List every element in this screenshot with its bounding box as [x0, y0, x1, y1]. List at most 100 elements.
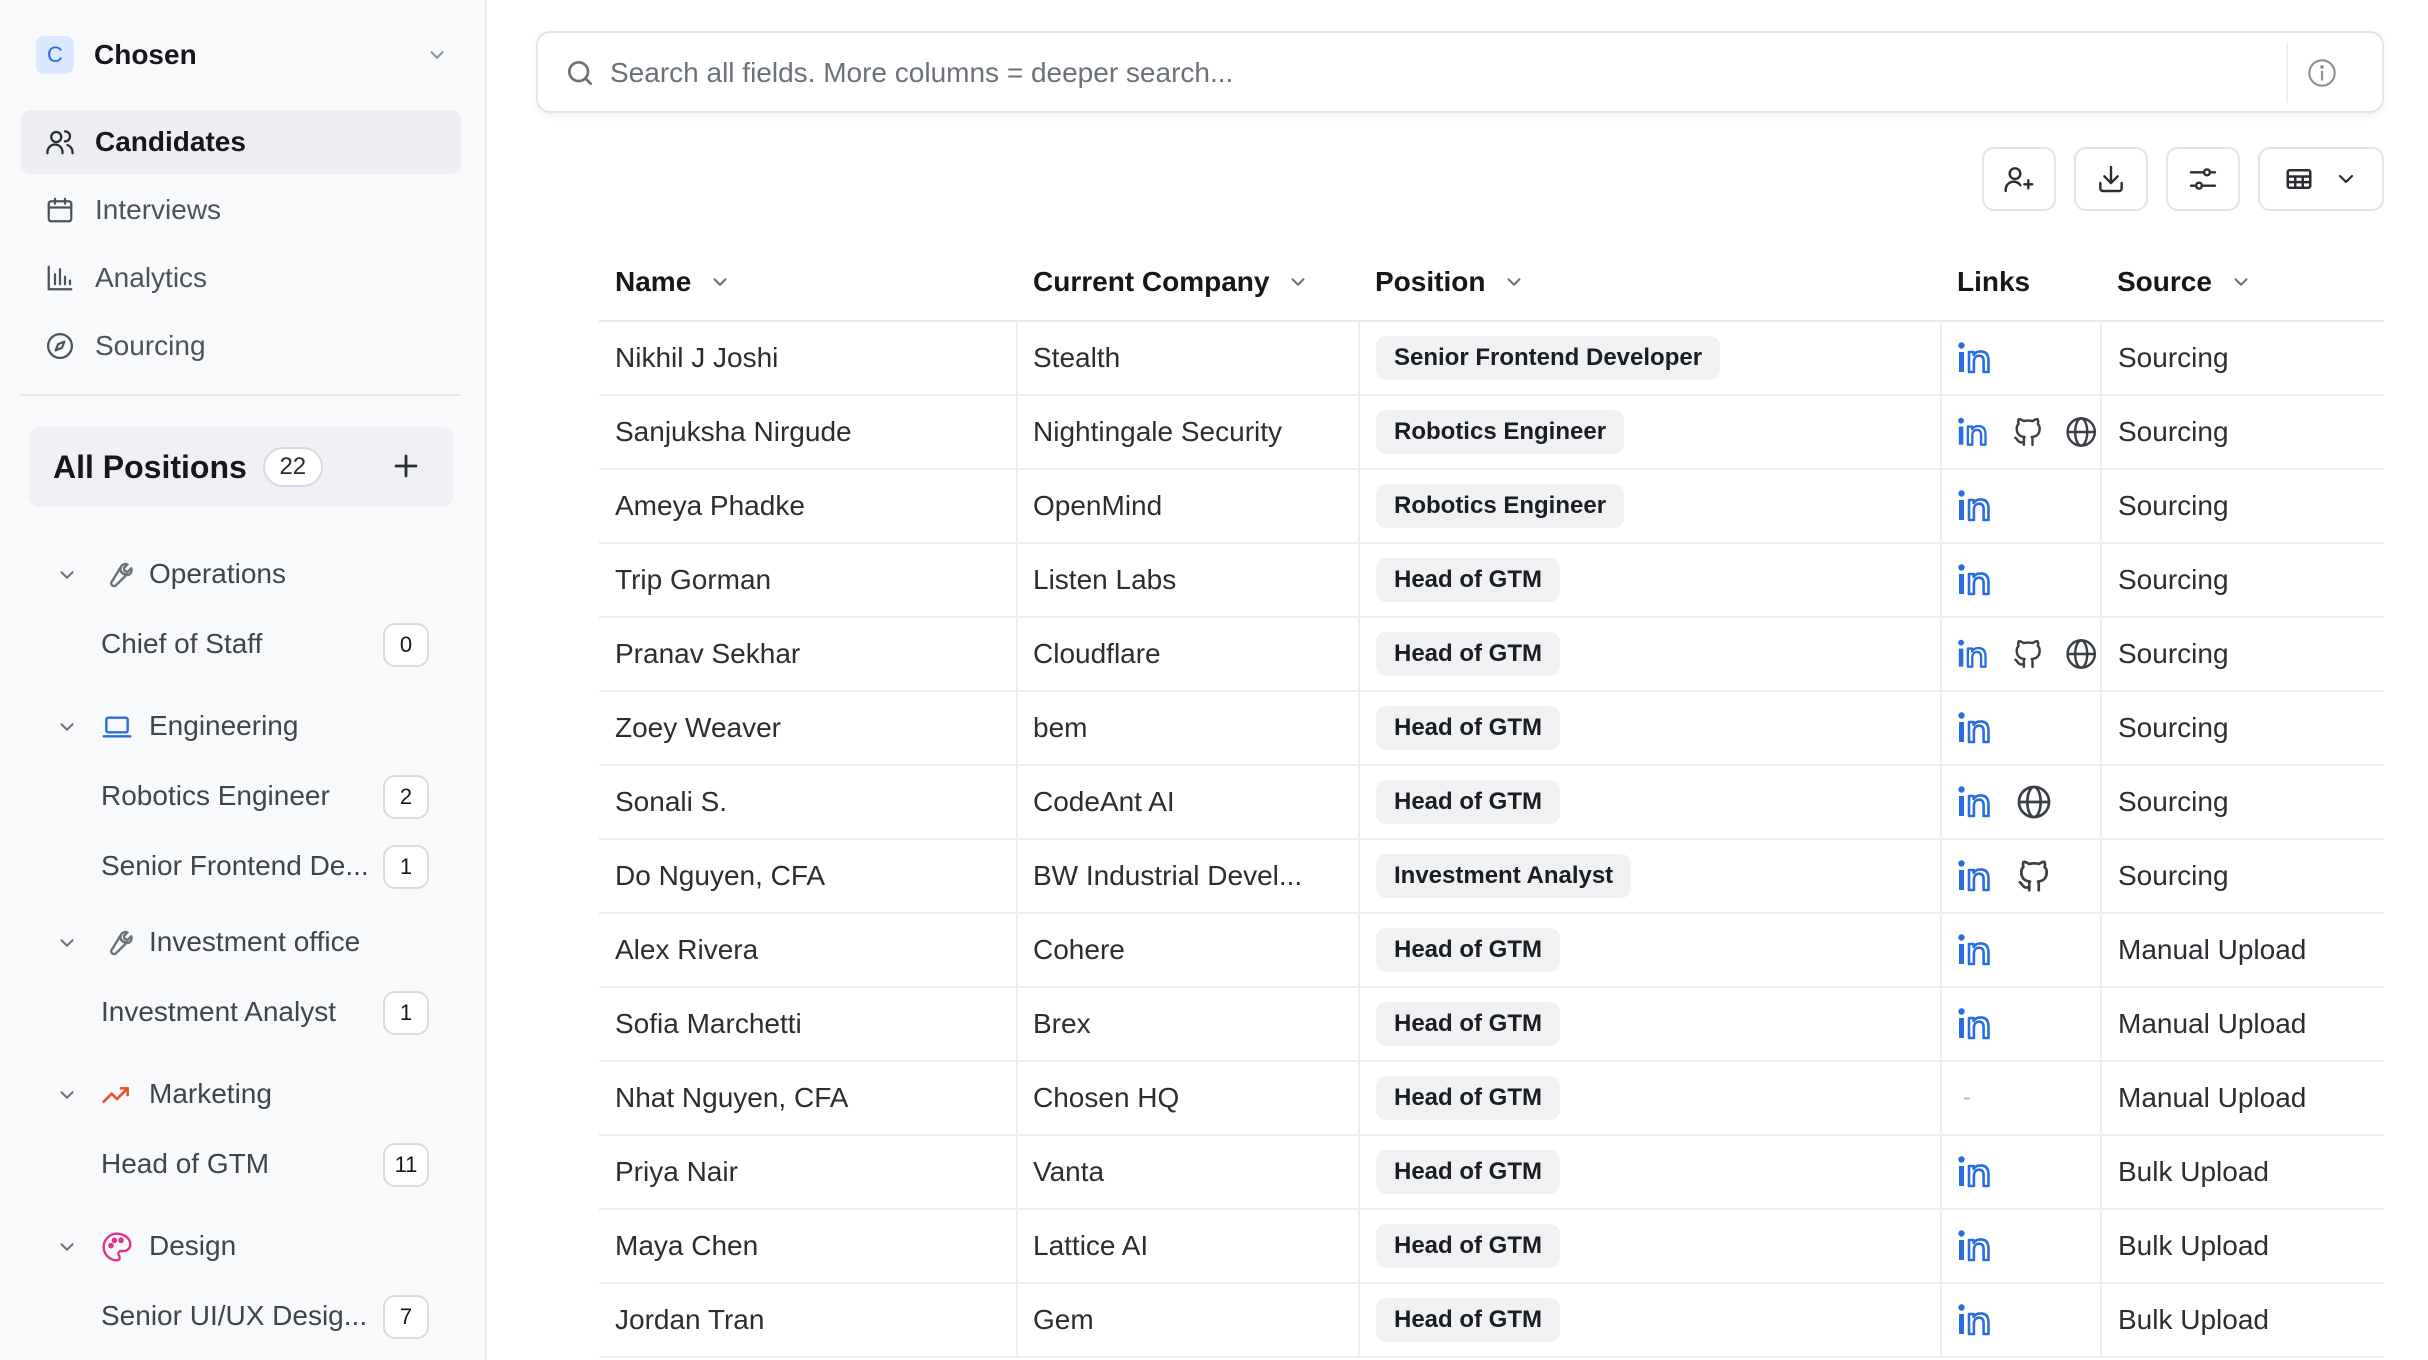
add-candidate-button[interactable]: [1982, 147, 2056, 211]
position-item[interactable]: Senior Frontend De... 1: [0, 832, 487, 896]
candidate-name[interactable]: Nikhil J Joshi: [615, 322, 778, 394]
position-badge: Head of GTM: [1376, 1002, 1560, 1046]
candidate-name[interactable]: Trip Gorman: [615, 544, 771, 616]
position-count: 2: [383, 775, 429, 819]
candidate-company: Nightingale Security: [1033, 416, 1283, 447]
add-candidate-icon: [2004, 167, 2034, 193]
linkedin-icon[interactable]: [1957, 710, 1997, 746]
candidate-source: Bulk Upload: [2118, 1156, 2269, 1187]
candidate-name[interactable]: Pranav Sekhar: [615, 618, 800, 690]
table-row[interactable]: Pranav Sekhar Cloudflare Head of GTM Sourci…: [599, 618, 2384, 692]
column-header-name[interactable]: Name: [615, 266, 731, 298]
position-item[interactable]: Senior UI/UX Desig... 7: [0, 1282, 487, 1352]
table-row[interactable]: Ameya Phadke OpenMind Robotics Engineer Sou…: [599, 470, 2384, 544]
candidate-company: Chosen HQ: [1033, 1082, 1180, 1113]
column-header-source[interactable]: Source: [2117, 266, 2252, 298]
links-cell: -: [1957, 1062, 2098, 1134]
chevron-down-icon[interactable]: [56, 932, 78, 954]
position-item[interactable]: Chief of Staff 0: [0, 610, 487, 680]
table-row[interactable]: Sonali S. CodeAnt AI Head of GTM Sourcing: [599, 766, 2384, 840]
table-row[interactable]: Zoey Weaver bem Head of GTM Sourcing: [599, 692, 2384, 766]
download-button[interactable]: [2074, 147, 2148, 211]
position-item[interactable]: Investment Analyst 1: [0, 978, 487, 1048]
table-row[interactable]: Jordan Tran Gem Head of GTM Bulk Upload: [599, 1284, 2384, 1358]
nav-item-sourcing[interactable]: Sourcing: [21, 314, 461, 378]
candidate-company: BW Industrial Devel...: [1033, 860, 1303, 891]
column-header-company[interactable]: Current Company: [1033, 266, 1309, 298]
table-row[interactable]: Alex Rivera Cohere Head of GTM Manual Uploa…: [599, 914, 2384, 988]
search-input[interactable]: [610, 49, 2170, 97]
view-toggle-button[interactable]: [2258, 147, 2384, 211]
position-cell: Head of GTM: [1376, 766, 1560, 838]
candidate-name[interactable]: Do Nguyen, CFA: [615, 840, 825, 912]
position-label: Investment Analyst: [101, 996, 337, 1027]
linkedin-icon[interactable]: [1957, 1228, 1997, 1264]
globe-icon[interactable]: [2064, 635, 2098, 673]
globe-icon[interactable]: [2064, 413, 2098, 451]
add-position-icon[interactable]: [389, 449, 423, 483]
column-label: Links: [1957, 266, 2031, 297]
nav-item-interviews[interactable]: Interviews: [21, 178, 461, 242]
info-icon[interactable]: [2306, 57, 2338, 89]
group-investment-office[interactable]: Investment office: [0, 908, 487, 978]
sidebar: C Chosen Candidates Interviews Analytics…: [0, 0, 487, 1360]
chevron-down-icon[interactable]: [56, 564, 78, 586]
candidate-name[interactable]: Sanjuksha Nirgude: [615, 396, 852, 468]
chevron-down-icon[interactable]: [56, 1084, 78, 1106]
chevron-down-icon[interactable]: [56, 1236, 78, 1258]
chevron-down-icon[interactable]: [56, 716, 78, 738]
position-item[interactable]: Head of GTM 11: [0, 1130, 487, 1200]
table-toolbar: [1982, 147, 2384, 211]
nav-item-candidates[interactable]: Candidates: [21, 110, 461, 174]
candidate-source: Manual Upload: [2118, 1008, 2307, 1039]
linkedin-icon[interactable]: [1957, 562, 1997, 598]
table-row[interactable]: Nikhil J Joshi Stealth Senior Frontend Dev…: [599, 322, 2384, 396]
table-row[interactable]: Maya Chen Lattice AI Head of GTM Bulk Uploa…: [599, 1210, 2384, 1284]
globe-icon[interactable]: [2015, 783, 2053, 821]
github-icon[interactable]: [2011, 635, 2045, 673]
candidate-name[interactable]: Sofia Marchetti: [615, 988, 802, 1060]
linkedin-icon[interactable]: [1957, 488, 1997, 524]
group-design[interactable]: Design: [0, 1212, 487, 1282]
linkedin-icon[interactable]: [1957, 932, 1997, 968]
linkedin-icon[interactable]: [1957, 340, 1997, 376]
candidate-name[interactable]: Alex Rivera: [615, 914, 758, 986]
table-row[interactable]: Trip Gorman Listen Labs Head of GTM Sourcin…: [599, 544, 2384, 618]
group-label: Engineering: [149, 710, 299, 741]
column-header-position[interactable]: Position: [1375, 266, 1525, 298]
position-cell: Head of GTM: [1376, 914, 1560, 986]
linkedin-icon[interactable]: [1957, 1302, 1997, 1338]
table-row[interactable]: Nhat Nguyen, CFA Chosen HQ Head of GTM - Man…: [599, 1062, 2384, 1136]
nav-item-analytics[interactable]: Analytics: [21, 246, 461, 310]
linkedin-icon[interactable]: [1957, 1006, 1997, 1042]
table-row[interactable]: Do Nguyen, CFA BW Industrial Devel... Inve…: [599, 840, 2384, 914]
github-icon[interactable]: [2011, 413, 2045, 451]
group-engineering[interactable]: Engineering: [0, 692, 487, 762]
all-positions[interactable]: All Positions 22: [29, 427, 453, 507]
candidate-name[interactable]: Zoey Weaver: [615, 692, 781, 764]
search-icon: [568, 61, 592, 85]
linkedin-icon[interactable]: [1957, 858, 1997, 894]
github-icon[interactable]: [2015, 857, 2053, 895]
workspace-switcher[interactable]: C Chosen: [36, 34, 448, 76]
position-badge: Head of GTM: [1376, 928, 1560, 972]
candidate-name[interactable]: Ameya Phadke: [615, 470, 805, 542]
position-item[interactable]: Robotics Engineer 2: [0, 762, 487, 832]
linkedin-icon[interactable]: [1957, 1154, 1997, 1190]
linkedin-icon[interactable]: [1957, 784, 1997, 820]
wrench-icon: [110, 930, 133, 956]
column-label: Current Company: [1033, 266, 1270, 297]
table-row[interactable]: Sofia Marchetti Brex Head of GTM Manual Upl…: [599, 988, 2384, 1062]
candidate-name[interactable]: Maya Chen: [615, 1210, 758, 1282]
filter-settings-button[interactable]: [2166, 147, 2240, 211]
group-operations[interactable]: Operations: [0, 540, 487, 610]
candidate-name[interactable]: Nhat Nguyen, CFA: [615, 1062, 848, 1134]
group-marketing[interactable]: Marketing: [0, 1060, 487, 1130]
candidate-name[interactable]: Sonali S.: [615, 766, 727, 838]
linkedin-icon[interactable]: [1957, 636, 1993, 672]
table-row[interactable]: Sanjuksha Nirgude Nightingale Security Rob…: [599, 396, 2384, 470]
table-row[interactable]: Priya Nair Vanta Head of GTM Bulk Upload: [599, 1136, 2384, 1210]
candidate-name[interactable]: Jordan Tran: [615, 1284, 764, 1356]
candidate-name[interactable]: Priya Nair: [615, 1136, 738, 1208]
linkedin-icon[interactable]: [1957, 414, 1993, 450]
